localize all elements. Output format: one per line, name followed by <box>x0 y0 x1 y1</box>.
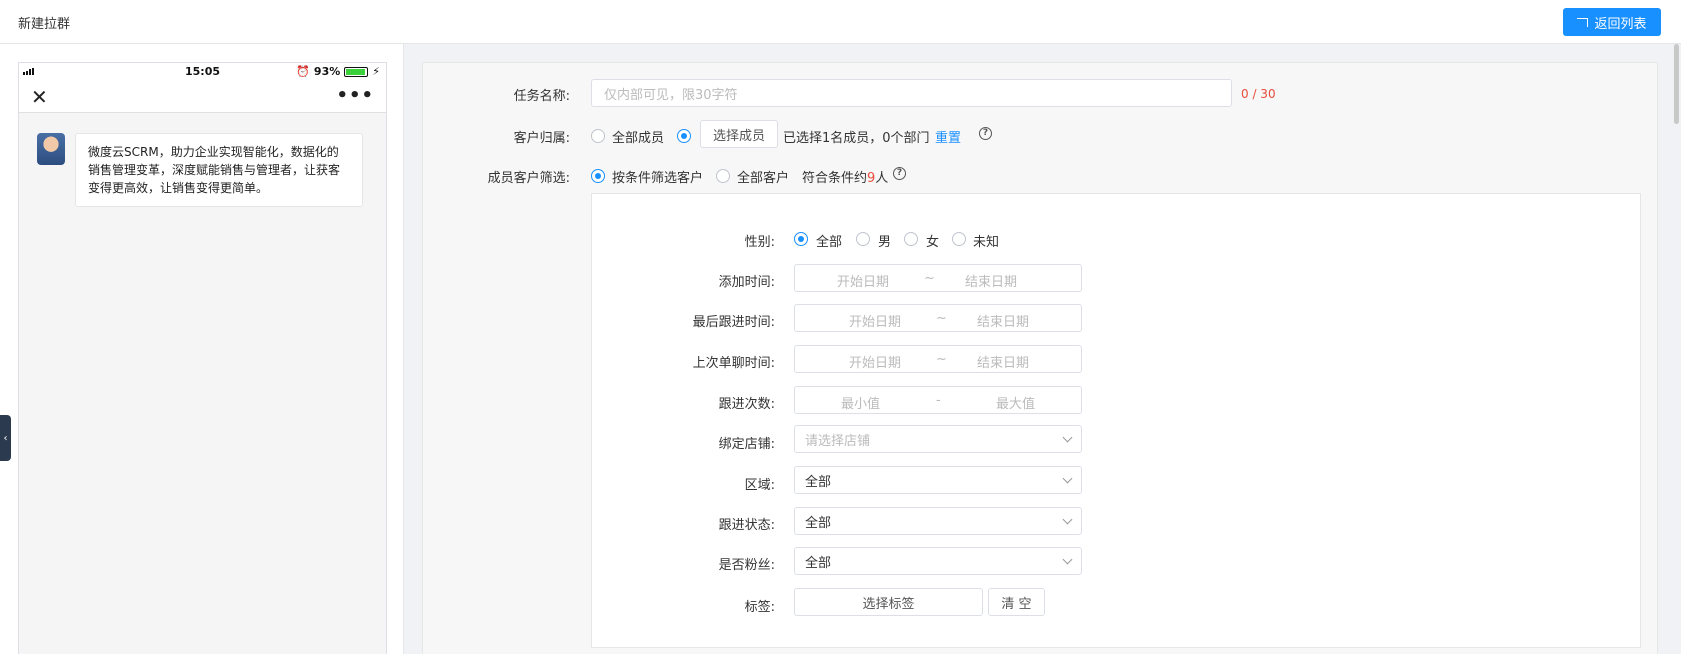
filter-condition-label: 按条件筛选客户 <box>612 171 704 186</box>
phone-preview: 15:05 ⏰ 93% ⚡ ✕ ••• 微度云SCRM，助力企业实现智能化，数据… <box>18 62 387 654</box>
last-chat-range[interactable]: 开始日期 ~ 结束日期 <box>794 345 1082 373</box>
last-follow-end: 结束日期 <box>977 315 1030 330</box>
last-chat-end: 结束日期 <box>977 356 1030 371</box>
chevron-down-icon <box>1062 473 1073 484</box>
gender-option-unknown: 未知 <box>973 235 1000 250</box>
add-time-start: 开始日期 <box>837 275 890 290</box>
condition-panel <box>591 193 1641 648</box>
follow-count-range[interactable]: 最小值 - 最大值 <box>794 386 1082 414</box>
last-follow-start: 开始日期 <box>849 315 902 330</box>
close-icon[interactable]: ✕ <box>31 85 48 109</box>
is-fan-select[interactable]: 全部 <box>794 547 1082 575</box>
add-time-end: 结束日期 <box>965 275 1018 290</box>
range-separator: ~ <box>936 311 947 326</box>
chevron-down-icon <box>1062 554 1073 565</box>
range-separator: - <box>936 393 941 408</box>
filter-label: 成员客户筛选: <box>487 171 570 186</box>
match-suffix: 人 <box>875 171 889 186</box>
back-to-list-label: 返回列表 <box>1594 16 1647 32</box>
match-count-text: 符合条件约9人 <box>802 167 888 186</box>
task-name-placeholder: 仅内部可见，限30字符 <box>604 87 738 103</box>
battery-icon <box>344 66 369 77</box>
follow-status-label: 跟进状态: <box>718 518 775 533</box>
add-time-range[interactable]: 开始日期 ~ 结束日期 <box>794 264 1082 292</box>
match-prefix: 符合条件约 <box>802 171 868 186</box>
gender-option-male: 男 <box>878 235 892 250</box>
gender-all-radio[interactable] <box>794 232 808 246</box>
back-to-list-button[interactable]: 返回列表 <box>1563 8 1661 36</box>
message-bubble: 微度云SCRM，助力企业实现智能化，数据化的销售管理变革，深度赋能销售与管理者，… <box>75 133 363 207</box>
selected-info: 已选择1名成员，0个部门 <box>783 131 930 146</box>
follow-status-select[interactable]: 全部 <box>794 507 1082 535</box>
charging-icon: ⚡ <box>372 65 380 78</box>
chevron-left-icon: ‹ <box>3 432 8 444</box>
select-tags-label: 选择标签 <box>862 596 915 612</box>
collapse-panel-tab[interactable]: ‹ <box>0 415 11 461</box>
owner-label: 客户归属: <box>513 131 570 146</box>
filter-all-label: 全部客户 <box>737 171 790 186</box>
help-icon[interactable]: ? <box>979 127 992 140</box>
range-separator: ~ <box>936 352 947 367</box>
phone-nav-bar: ✕ ••• <box>19 81 386 113</box>
last-follow-range[interactable]: 开始日期 ~ 结束日期 <box>794 304 1082 332</box>
store-placeholder: 请选择店铺 <box>805 433 871 449</box>
owner-select-radio[interactable] <box>677 129 691 143</box>
region-label: 区域: <box>744 478 775 493</box>
chevron-down-icon <box>1062 514 1073 525</box>
chevron-down-icon <box>1062 432 1073 443</box>
avatar <box>37 133 65 165</box>
select-tags-button[interactable]: 选择标签 <box>794 588 983 616</box>
filter-condition-radio[interactable] <box>591 169 605 183</box>
is-fan-label: 是否粉丝: <box>718 558 775 573</box>
task-name-input[interactable]: 仅内部可见，限30字符 <box>591 79 1232 107</box>
battery-percent: 93% <box>313 65 341 78</box>
region-select[interactable]: 全部 <box>794 466 1082 494</box>
tags-label: 标签: <box>744 600 775 615</box>
chat-message: 微度云SCRM，助力企业实现智能化，数据化的销售管理变革，深度赋能销售与管理者，… <box>37 133 363 207</box>
owner-all-label: 全部成员 <box>612 131 665 146</box>
gender-option-all: 全部 <box>816 235 843 250</box>
select-members-label: 选择成员 <box>712 128 765 144</box>
preview-panel: 15:05 ⏰ 93% ⚡ ✕ ••• 微度云SCRM，助力企业实现智能化，数据… <box>0 44 404 654</box>
region-value: 全部 <box>805 474 832 490</box>
phone-status-bar: 15:05 ⏰ 93% ⚡ <box>19 63 386 81</box>
owner-all-radio[interactable] <box>591 129 605 143</box>
range-separator: ~ <box>924 271 935 286</box>
more-icon[interactable]: ••• <box>336 85 374 106</box>
task-name-counter: 0 / 30 <box>1241 87 1276 101</box>
scrollbar[interactable] <box>1672 44 1681 654</box>
follow-status-value: 全部 <box>805 515 832 531</box>
gender-option-female: 女 <box>926 235 940 250</box>
select-members-button[interactable]: 选择成员 <box>700 120 778 148</box>
store-label: 绑定店铺: <box>718 437 775 452</box>
filter-all-radio[interactable] <box>716 169 730 183</box>
store-select[interactable]: 请选择店铺 <box>794 425 1082 453</box>
last-follow-label: 最后跟进时间: <box>692 315 775 330</box>
page-title: 新建拉群 <box>18 17 71 32</box>
gender-female-radio[interactable] <box>904 232 918 246</box>
task-name-label: 任务名称: <box>513 89 570 104</box>
alarm-icon: ⏰ <box>296 65 310 78</box>
gender-label: 性别: <box>744 235 775 250</box>
follow-count-label: 跟进次数: <box>718 397 775 412</box>
reset-link[interactable]: 重置 <box>935 127 961 146</box>
is-fan-value: 全部 <box>805 555 832 571</box>
last-chat-label: 上次单聊时间: <box>692 356 775 371</box>
add-time-label: 添加时间: <box>718 275 775 290</box>
gender-unknown-radio[interactable] <box>952 232 966 246</box>
clear-tags-button[interactable]: 清 空 <box>988 588 1045 616</box>
follow-count-min: 最小值 <box>841 397 881 412</box>
return-icon <box>1577 17 1589 27</box>
clear-tags-label: 清 空 <box>1001 596 1032 612</box>
gender-male-radio[interactable] <box>856 232 870 246</box>
top-bar: 新建拉群 返回列表 <box>0 0 1681 44</box>
last-chat-start: 开始日期 <box>849 356 902 371</box>
help-icon[interactable]: ? <box>893 167 906 180</box>
follow-count-max: 最大值 <box>996 397 1036 412</box>
